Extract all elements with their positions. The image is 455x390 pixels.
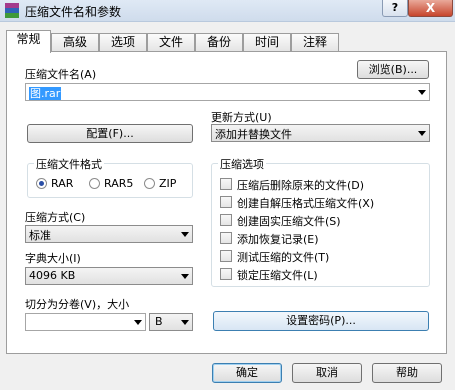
lock-archive-label[interactable]: 锁定压缩文件(L) xyxy=(237,267,318,283)
solid-label[interactable]: 创建固实压缩文件(S) xyxy=(237,213,341,229)
format-rar5-radio[interactable] xyxy=(89,178,100,189)
archive-name-label: 压缩文件名(A) xyxy=(25,68,97,81)
close-button[interactable]: X xyxy=(408,0,453,17)
update-mode-label: 更新方式(U) xyxy=(211,111,272,124)
format-rar5-label[interactable]: RAR5 xyxy=(104,177,133,190)
tab-backup[interactable]: 备份 xyxy=(195,33,243,52)
delete-after-checkbox[interactable] xyxy=(220,178,232,190)
tab-general[interactable]: 常规 xyxy=(6,30,51,53)
solid-checkbox[interactable] xyxy=(220,214,232,226)
chevron-down-icon xyxy=(181,320,189,325)
browse-button[interactable]: 浏览(B)... xyxy=(357,60,429,79)
format-group-title: 压缩文件格式 xyxy=(34,156,104,172)
archive-dialog: 压缩文件名和参数 ? X 常规 高级 选项 文件 备份 时间 注释 压缩文件名(… xyxy=(0,0,455,390)
format-group: 压缩文件格式 RAR RAR5 ZIP xyxy=(27,156,193,198)
split-unit-select[interactable]: B xyxy=(149,313,193,331)
method-label: 压缩方式(C) xyxy=(25,211,86,224)
cancel-button[interactable]: 取消 xyxy=(292,363,362,383)
test-files-label[interactable]: 测试压缩的文件(T) xyxy=(237,249,329,265)
split-label: 切分为分卷(V)，大小 xyxy=(25,298,130,311)
options-group: 压缩选项 压缩后删除原来的文件(D) 创建自解压格式压缩文件(X) 创建固实压缩… xyxy=(211,156,430,287)
chevron-down-icon xyxy=(418,90,426,95)
tab-options[interactable]: 选项 xyxy=(99,33,147,52)
method-value: 标准 xyxy=(29,229,51,242)
delete-after-label[interactable]: 压缩后删除原来的文件(D) xyxy=(237,177,364,193)
help-title-button[interactable]: ? xyxy=(382,0,408,17)
format-rar-radio[interactable] xyxy=(36,178,47,189)
tab-advanced[interactable]: 高级 xyxy=(51,33,99,52)
tab-time[interactable]: 时间 xyxy=(243,33,291,52)
recovery-record-checkbox[interactable] xyxy=(220,232,232,244)
tab-files[interactable]: 文件 xyxy=(147,33,195,52)
dict-size-label: 字典大小(I) xyxy=(25,252,81,265)
chevron-down-icon xyxy=(134,320,142,325)
options-group-title: 压缩选项 xyxy=(218,156,266,172)
tab-comment[interactable]: 注释 xyxy=(291,33,339,52)
update-mode-select[interactable]: 添加并替换文件 xyxy=(211,124,430,142)
general-tab-panel: 压缩文件名(A) 浏览(B)... 图.rar 配置(F)... 更新方式(U)… xyxy=(6,51,447,354)
split-size-input[interactable] xyxy=(25,313,146,331)
chevron-down-icon xyxy=(181,232,189,237)
dict-size-value: 4096 KB xyxy=(29,269,76,282)
format-zip-radio[interactable] xyxy=(144,178,155,189)
sfx-label[interactable]: 创建自解压格式压缩文件(X) xyxy=(237,195,374,211)
format-rar-label[interactable]: RAR xyxy=(51,177,73,190)
sfx-checkbox[interactable] xyxy=(220,196,232,208)
help-button[interactable]: 帮助 xyxy=(372,363,442,383)
archive-name-value: 图.rar xyxy=(29,87,62,100)
lock-archive-checkbox[interactable] xyxy=(220,268,232,280)
method-select[interactable]: 标准 xyxy=(25,225,193,243)
update-mode-value: 添加并替换文件 xyxy=(215,128,292,141)
winrar-app-icon xyxy=(5,3,19,18)
set-password-button[interactable]: 设置密码(P)... xyxy=(213,311,429,331)
ok-button[interactable]: 确定 xyxy=(212,363,282,383)
chevron-down-icon xyxy=(181,274,189,279)
test-files-checkbox[interactable] xyxy=(220,250,232,262)
dict-size-select[interactable]: 4096 KB xyxy=(25,267,193,285)
profile-button[interactable]: 配置(F)... xyxy=(27,124,193,143)
chevron-down-icon xyxy=(418,131,426,136)
archive-name-input[interactable]: 图.rar xyxy=(25,83,430,101)
split-unit-value: B xyxy=(155,315,163,328)
title-bar: 压缩文件名和参数 ? X xyxy=(0,0,455,22)
window-title: 压缩文件名和参数 xyxy=(25,5,122,19)
recovery-record-label[interactable]: 添加恢复记录(E) xyxy=(237,231,319,247)
format-zip-label[interactable]: ZIP xyxy=(159,177,176,190)
